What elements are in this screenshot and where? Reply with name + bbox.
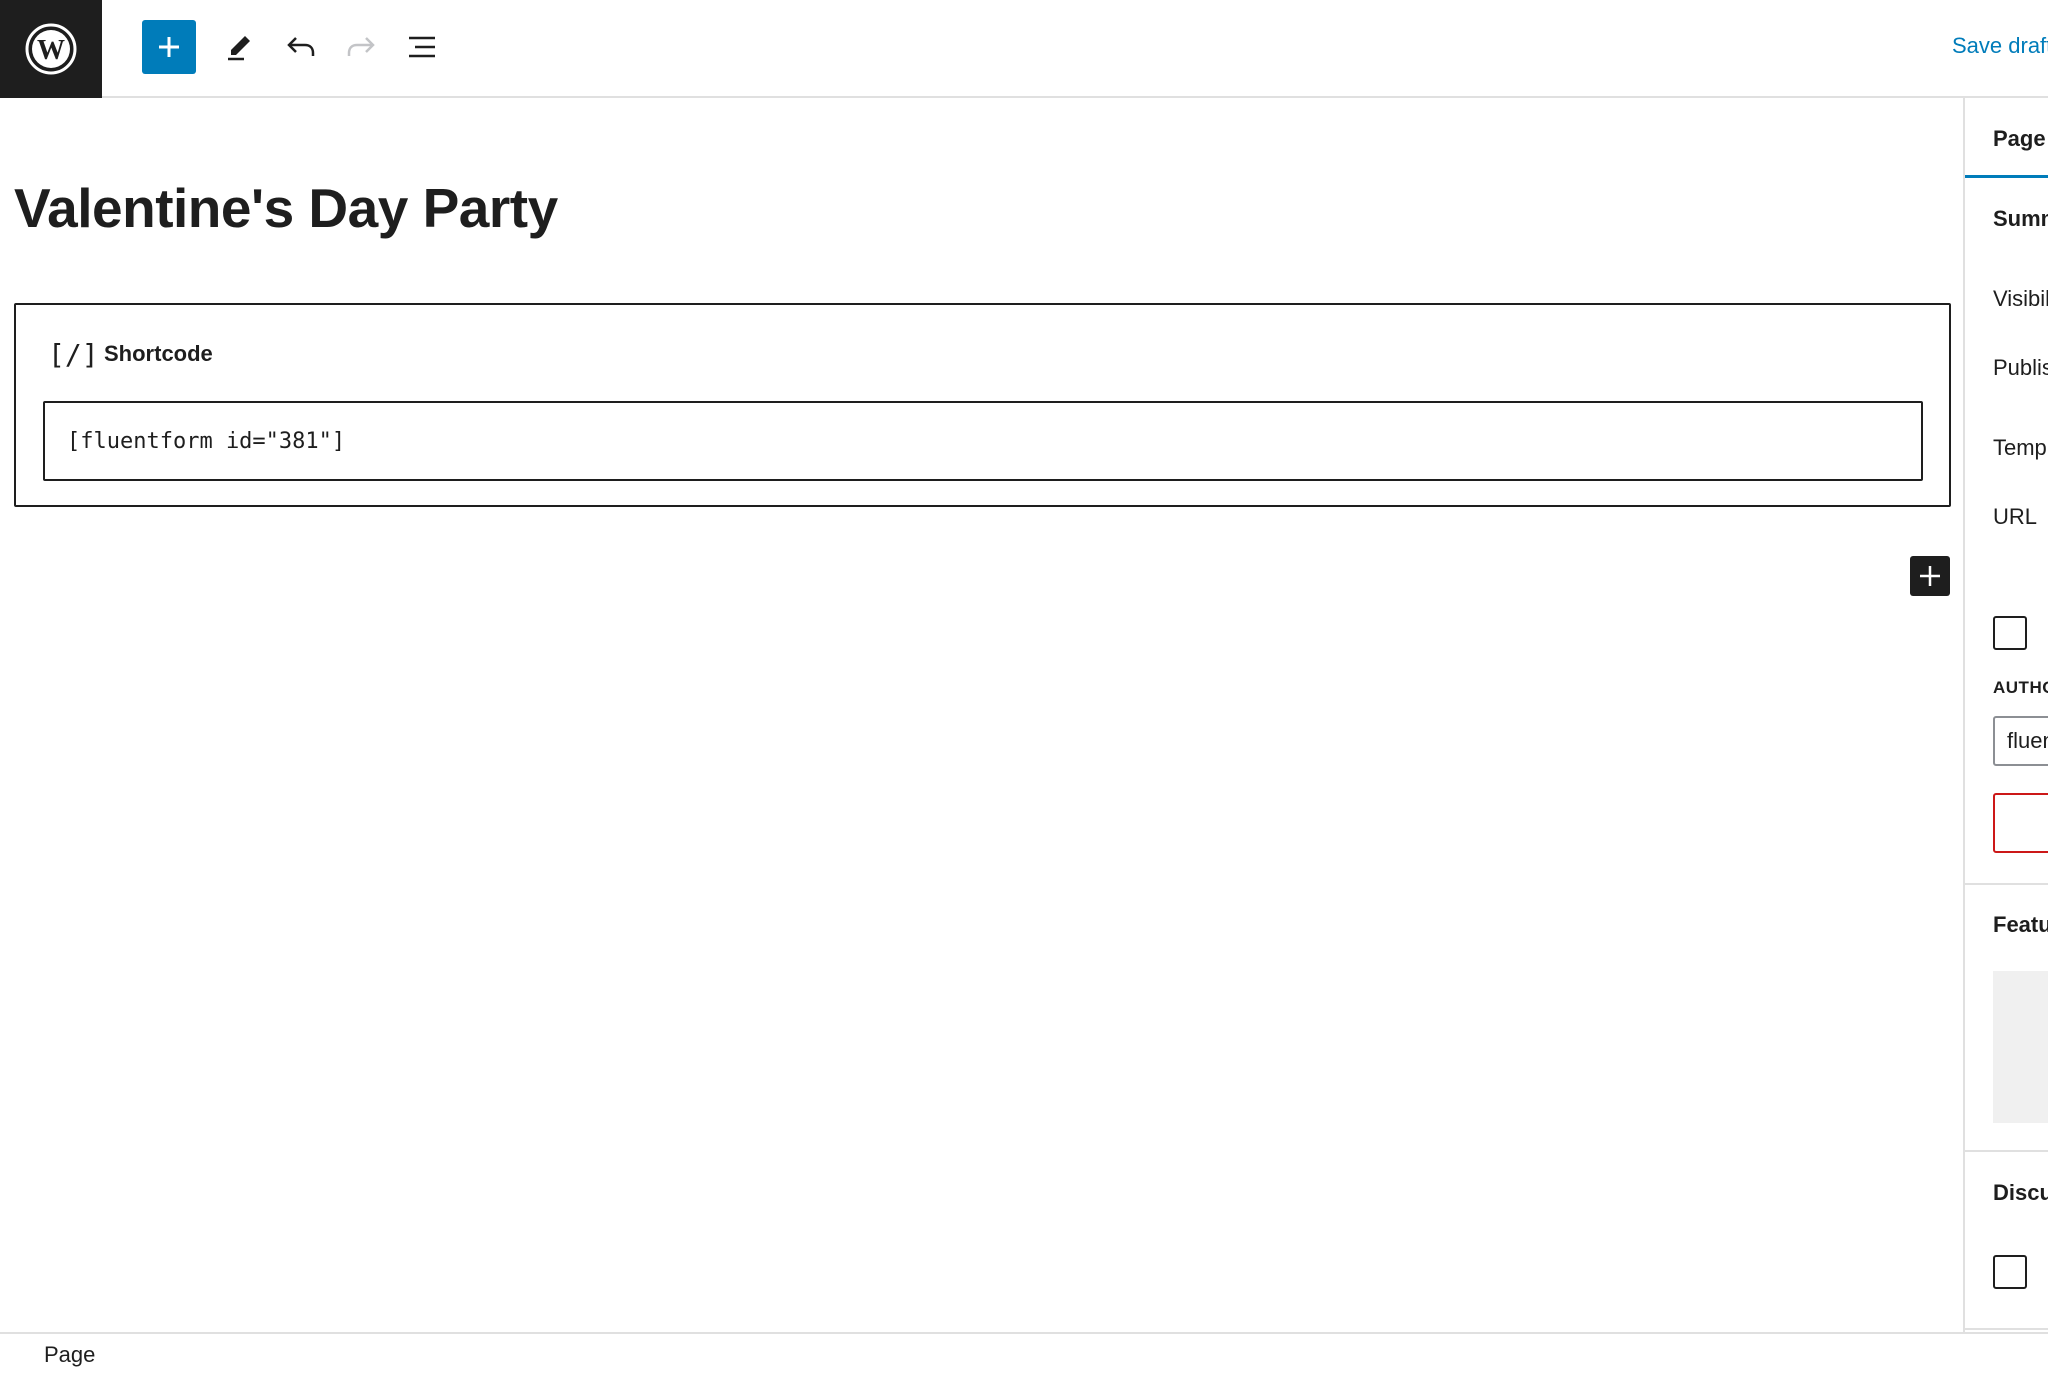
breadcrumb[interactable]: Page — [44, 1342, 95, 1368]
svg-text:W: W — [37, 35, 65, 66]
post-title[interactable]: Valentine's Day Party — [14, 176, 558, 240]
list-view-icon — [409, 36, 435, 58]
undo-icon — [287, 37, 315, 56]
publish-label: Publish — [1993, 355, 2048, 380]
visibility-label: Visibility — [1993, 286, 2048, 311]
featured-image-dropzone[interactable] — [1993, 971, 2048, 1123]
editor-footer: Page — [0, 1332, 2048, 1374]
wordpress-logo-button[interactable]: W — [0, 0, 102, 98]
block-inserter-button[interactable] — [1910, 556, 1950, 596]
discussion-panel-toggle[interactable]: Discussion — [1993, 1180, 2048, 1206]
plus-icon — [159, 37, 179, 57]
tab-page-label: Page — [1993, 126, 2046, 151]
settings-sidebar: Page Summary Visibility Publish Template… — [1963, 98, 2048, 1334]
tab-page[interactable]: Page — [1965, 98, 2048, 178]
tools-button[interactable] — [212, 20, 266, 74]
sidebar-divider — [1965, 1150, 2048, 1152]
author-label: AUTHOR — [1993, 678, 2048, 697]
sidebar-divider — [1965, 1328, 2048, 1330]
move-to-trash-button[interactable] — [1993, 793, 2048, 853]
editor-top-toolbar: W Save draft — [0, 0, 2048, 98]
shortcode-block-label: Shortcode — [104, 341, 213, 366]
sidebar-divider — [1965, 883, 2048, 885]
plus-icon — [1920, 566, 1940, 586]
pencil-icon — [228, 36, 250, 61]
url-label: URL — [1993, 504, 2038, 529]
redo-icon — [347, 37, 375, 56]
add-block-button[interactable] — [142, 20, 196, 74]
template-label: Template — [1993, 435, 2048, 460]
shortcode-input[interactable]: [fluentform id="381"] — [43, 401, 1923, 481]
author-select[interactable]: fluentform — [1993, 716, 2048, 766]
featured-image-panel-toggle[interactable]: Featured image — [1993, 912, 2048, 938]
allow-comments-checkbox[interactable] — [1993, 1255, 2027, 1289]
list-view-button[interactable] — [396, 20, 450, 74]
pending-review-checkbox[interactable] — [1993, 616, 2027, 650]
redo-button[interactable] — [334, 20, 388, 74]
wordpress-logo-icon: W — [25, 23, 77, 75]
shortcode-block[interactable]: [/] Shortcode [fluentform id="381"] — [14, 303, 1951, 507]
shortcode-icon: [/] — [48, 338, 99, 371]
summary-panel-toggle[interactable]: Summary — [1993, 206, 2048, 232]
undo-button[interactable] — [274, 20, 328, 74]
save-draft-button[interactable]: Save draft — [1952, 33, 2048, 59]
